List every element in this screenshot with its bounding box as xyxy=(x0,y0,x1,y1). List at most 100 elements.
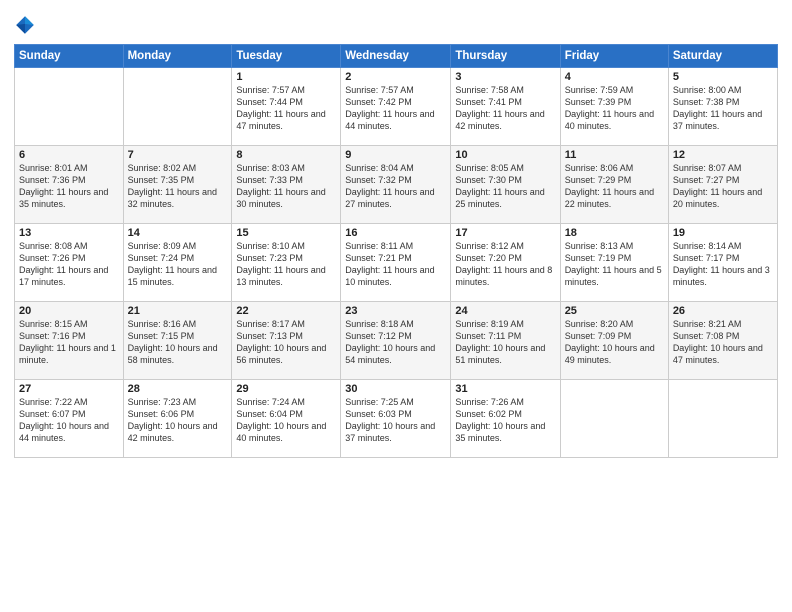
day-info: Sunrise: 8:04 AM Sunset: 7:32 PM Dayligh… xyxy=(345,162,446,211)
day-number: 18 xyxy=(565,227,664,239)
calendar-cell: 30Sunrise: 7:25 AM Sunset: 6:03 PM Dayli… xyxy=(341,380,451,458)
day-info: Sunrise: 8:15 AM Sunset: 7:16 PM Dayligh… xyxy=(19,318,119,367)
day-info: Sunrise: 8:12 AM Sunset: 7:20 PM Dayligh… xyxy=(455,240,555,289)
calendar-cell: 15Sunrise: 8:10 AM Sunset: 7:23 PM Dayli… xyxy=(232,224,341,302)
calendar-week-row: 27Sunrise: 7:22 AM Sunset: 6:07 PM Dayli… xyxy=(15,380,778,458)
day-number: 20 xyxy=(19,305,119,317)
calendar-cell: 12Sunrise: 8:07 AM Sunset: 7:27 PM Dayli… xyxy=(668,146,777,224)
day-number: 11 xyxy=(565,149,664,161)
page: SundayMondayTuesdayWednesdayThursdayFrid… xyxy=(0,0,792,612)
day-number: 17 xyxy=(455,227,555,239)
day-number: 7 xyxy=(128,149,228,161)
calendar-week-row: 13Sunrise: 8:08 AM Sunset: 7:26 PM Dayli… xyxy=(15,224,778,302)
calendar-cell xyxy=(123,68,232,146)
day-number: 30 xyxy=(345,383,446,395)
calendar-cell xyxy=(668,380,777,458)
day-info: Sunrise: 8:14 AM Sunset: 7:17 PM Dayligh… xyxy=(673,240,773,289)
day-info: Sunrise: 8:07 AM Sunset: 7:27 PM Dayligh… xyxy=(673,162,773,211)
weekday-header: Wednesday xyxy=(341,45,451,68)
logo xyxy=(14,14,40,36)
day-info: Sunrise: 8:21 AM Sunset: 7:08 PM Dayligh… xyxy=(673,318,773,367)
calendar-cell: 9Sunrise: 8:04 AM Sunset: 7:32 PM Daylig… xyxy=(341,146,451,224)
weekday-header: Monday xyxy=(123,45,232,68)
day-number: 1 xyxy=(236,71,336,83)
day-info: Sunrise: 7:24 AM Sunset: 6:04 PM Dayligh… xyxy=(236,396,336,445)
day-info: Sunrise: 7:23 AM Sunset: 6:06 PM Dayligh… xyxy=(128,396,228,445)
calendar-cell: 18Sunrise: 8:13 AM Sunset: 7:19 PM Dayli… xyxy=(560,224,668,302)
day-number: 23 xyxy=(345,305,446,317)
day-number: 22 xyxy=(236,305,336,317)
calendar-cell: 29Sunrise: 7:24 AM Sunset: 6:04 PM Dayli… xyxy=(232,380,341,458)
calendar-cell: 26Sunrise: 8:21 AM Sunset: 7:08 PM Dayli… xyxy=(668,302,777,380)
weekday-header: Sunday xyxy=(15,45,124,68)
calendar-cell: 3Sunrise: 7:58 AM Sunset: 7:41 PM Daylig… xyxy=(451,68,560,146)
day-info: Sunrise: 8:16 AM Sunset: 7:15 PM Dayligh… xyxy=(128,318,228,367)
calendar-cell: 7Sunrise: 8:02 AM Sunset: 7:35 PM Daylig… xyxy=(123,146,232,224)
day-number: 3 xyxy=(455,71,555,83)
calendar-cell: 22Sunrise: 8:17 AM Sunset: 7:13 PM Dayli… xyxy=(232,302,341,380)
day-number: 16 xyxy=(345,227,446,239)
weekday-header: Friday xyxy=(560,45,668,68)
calendar-cell: 8Sunrise: 8:03 AM Sunset: 7:33 PM Daylig… xyxy=(232,146,341,224)
calendar-week-row: 20Sunrise: 8:15 AM Sunset: 7:16 PM Dayli… xyxy=(15,302,778,380)
day-number: 9 xyxy=(345,149,446,161)
calendar-cell: 28Sunrise: 7:23 AM Sunset: 6:06 PM Dayli… xyxy=(123,380,232,458)
calendar-cell: 24Sunrise: 8:19 AM Sunset: 7:11 PM Dayli… xyxy=(451,302,560,380)
day-number: 31 xyxy=(455,383,555,395)
day-info: Sunrise: 7:26 AM Sunset: 6:02 PM Dayligh… xyxy=(455,396,555,445)
calendar-cell: 13Sunrise: 8:08 AM Sunset: 7:26 PM Dayli… xyxy=(15,224,124,302)
day-info: Sunrise: 8:05 AM Sunset: 7:30 PM Dayligh… xyxy=(455,162,555,211)
day-info: Sunrise: 8:13 AM Sunset: 7:19 PM Dayligh… xyxy=(565,240,664,289)
day-number: 29 xyxy=(236,383,336,395)
day-info: Sunrise: 8:09 AM Sunset: 7:24 PM Dayligh… xyxy=(128,240,228,289)
calendar-cell xyxy=(15,68,124,146)
day-number: 10 xyxy=(455,149,555,161)
day-number: 6 xyxy=(19,149,119,161)
calendar-cell: 6Sunrise: 8:01 AM Sunset: 7:36 PM Daylig… xyxy=(15,146,124,224)
calendar-cell: 11Sunrise: 8:06 AM Sunset: 7:29 PM Dayli… xyxy=(560,146,668,224)
day-number: 25 xyxy=(565,305,664,317)
day-info: Sunrise: 7:57 AM Sunset: 7:42 PM Dayligh… xyxy=(345,84,446,133)
day-info: Sunrise: 8:02 AM Sunset: 7:35 PM Dayligh… xyxy=(128,162,228,211)
calendar-cell: 10Sunrise: 8:05 AM Sunset: 7:30 PM Dayli… xyxy=(451,146,560,224)
calendar-cell: 20Sunrise: 8:15 AM Sunset: 7:16 PM Dayli… xyxy=(15,302,124,380)
day-info: Sunrise: 8:00 AM Sunset: 7:38 PM Dayligh… xyxy=(673,84,773,133)
day-number: 13 xyxy=(19,227,119,239)
calendar-cell: 21Sunrise: 8:16 AM Sunset: 7:15 PM Dayli… xyxy=(123,302,232,380)
calendar-week-row: 6Sunrise: 8:01 AM Sunset: 7:36 PM Daylig… xyxy=(15,146,778,224)
calendar-cell: 23Sunrise: 8:18 AM Sunset: 7:12 PM Dayli… xyxy=(341,302,451,380)
day-info: Sunrise: 8:17 AM Sunset: 7:13 PM Dayligh… xyxy=(236,318,336,367)
weekday-header: Saturday xyxy=(668,45,777,68)
day-number: 15 xyxy=(236,227,336,239)
calendar-cell: 14Sunrise: 8:09 AM Sunset: 7:24 PM Dayli… xyxy=(123,224,232,302)
day-info: Sunrise: 8:11 AM Sunset: 7:21 PM Dayligh… xyxy=(345,240,446,289)
calendar-cell: 5Sunrise: 8:00 AM Sunset: 7:38 PM Daylig… xyxy=(668,68,777,146)
calendar-table: SundayMondayTuesdayWednesdayThursdayFrid… xyxy=(14,44,778,458)
day-number: 28 xyxy=(128,383,228,395)
day-number: 26 xyxy=(673,305,773,317)
day-number: 24 xyxy=(455,305,555,317)
calendar-cell: 16Sunrise: 8:11 AM Sunset: 7:21 PM Dayli… xyxy=(341,224,451,302)
day-number: 4 xyxy=(565,71,664,83)
day-number: 2 xyxy=(345,71,446,83)
weekday-header: Thursday xyxy=(451,45,560,68)
calendar-cell: 17Sunrise: 8:12 AM Sunset: 7:20 PM Dayli… xyxy=(451,224,560,302)
logo-icon xyxy=(14,14,36,36)
calendar-cell: 1Sunrise: 7:57 AM Sunset: 7:44 PM Daylig… xyxy=(232,68,341,146)
day-info: Sunrise: 7:58 AM Sunset: 7:41 PM Dayligh… xyxy=(455,84,555,133)
day-number: 5 xyxy=(673,71,773,83)
calendar-cell xyxy=(560,380,668,458)
day-number: 27 xyxy=(19,383,119,395)
calendar-cell: 25Sunrise: 8:20 AM Sunset: 7:09 PM Dayli… xyxy=(560,302,668,380)
day-info: Sunrise: 8:01 AM Sunset: 7:36 PM Dayligh… xyxy=(19,162,119,211)
day-number: 14 xyxy=(128,227,228,239)
day-info: Sunrise: 7:25 AM Sunset: 6:03 PM Dayligh… xyxy=(345,396,446,445)
day-number: 19 xyxy=(673,227,773,239)
header xyxy=(14,10,778,36)
day-number: 21 xyxy=(128,305,228,317)
day-info: Sunrise: 8:18 AM Sunset: 7:12 PM Dayligh… xyxy=(345,318,446,367)
day-number: 8 xyxy=(236,149,336,161)
calendar-cell: 19Sunrise: 8:14 AM Sunset: 7:17 PM Dayli… xyxy=(668,224,777,302)
calendar-cell: 31Sunrise: 7:26 AM Sunset: 6:02 PM Dayli… xyxy=(451,380,560,458)
day-info: Sunrise: 8:10 AM Sunset: 7:23 PM Dayligh… xyxy=(236,240,336,289)
